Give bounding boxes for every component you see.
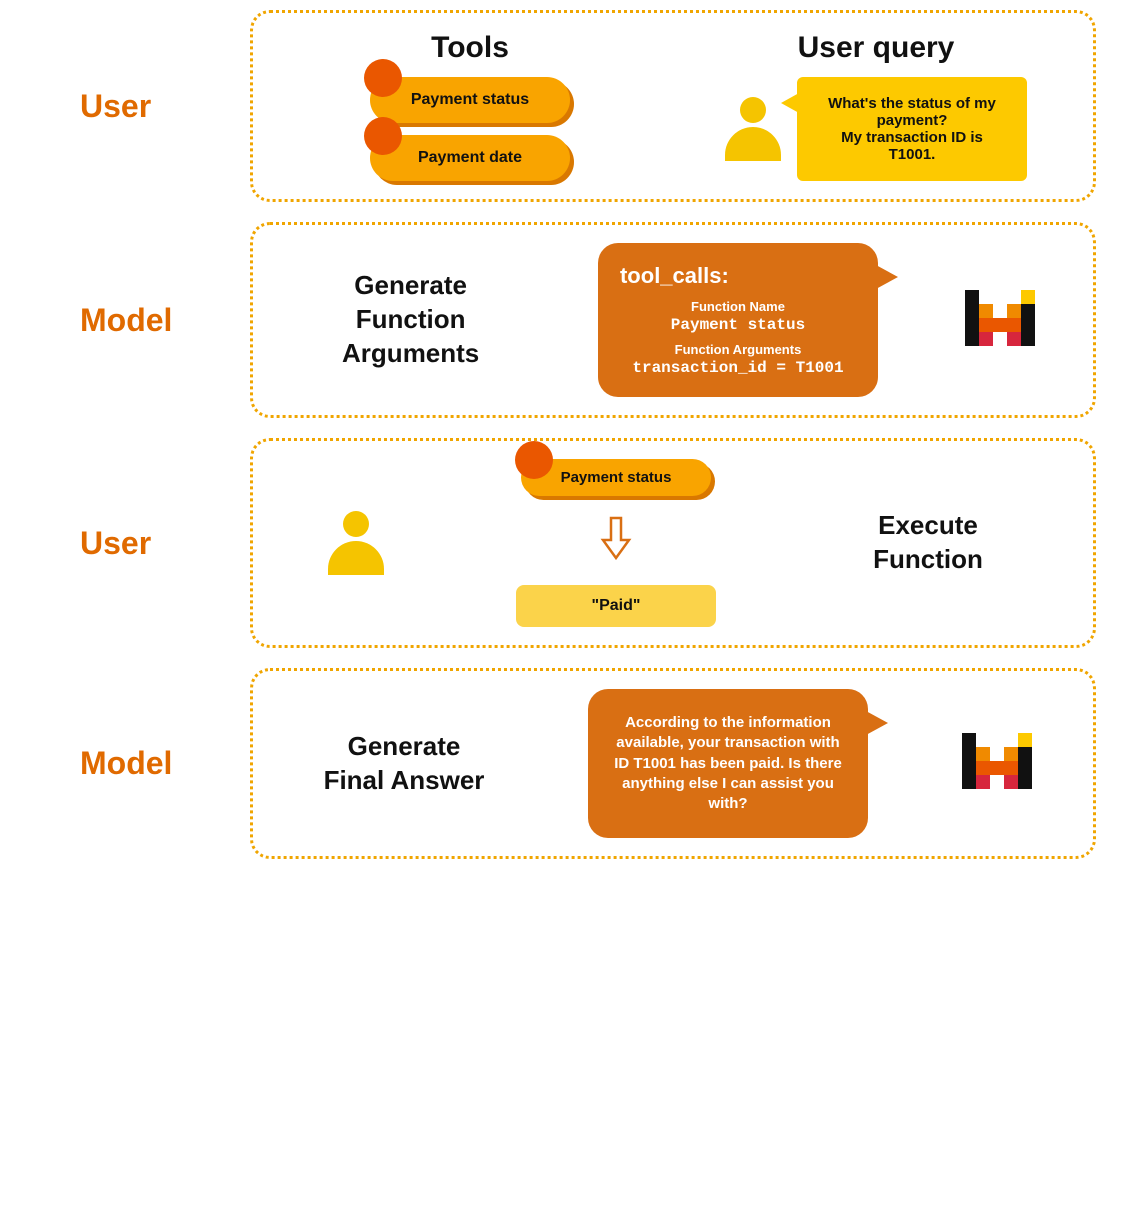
tool-calls-bubble: tool_calls: Function Name Payment status… [598, 243, 878, 397]
final-answer-text: According to the information available, … [614, 714, 842, 812]
stage-model-final-answer: Model Generate Final Answer According to… [0, 658, 1126, 869]
pill-dot-icon [364, 59, 402, 97]
pill-dot-icon [364, 117, 402, 155]
role-label-user: User [80, 525, 220, 562]
role-label-model: Model [80, 302, 220, 339]
user-icon [725, 97, 781, 161]
tools-column: Tools Payment status Payment date [277, 31, 663, 181]
pill-dot-icon [515, 441, 553, 479]
final-answer-bubble: According to the information available, … [588, 689, 868, 838]
function-name-label: Function Name [620, 299, 856, 314]
stage-user-query: User Tools Payment status Payment date U… [0, 0, 1126, 212]
tool-calls-title: tool_calls: [620, 263, 856, 289]
panel-generate-args: Generate Function Arguments tool_calls: … [250, 222, 1096, 418]
panel-tools-query: Tools Payment status Payment date User q… [250, 10, 1096, 202]
tool-pill-label: Payment status [561, 469, 672, 486]
stage-user-execute: User Payment status "Paid" Execute Funct… [0, 428, 1126, 658]
down-arrow-icon [599, 516, 633, 565]
execute-flow: Payment status "Paid" [516, 459, 716, 627]
tools-heading: Tools [431, 31, 509, 65]
role-label-user: User [80, 88, 220, 125]
query-column: User query What's the status of my payme… [683, 31, 1069, 181]
stage-model-generate-args: Model Generate Function Arguments tool_c… [0, 212, 1126, 428]
function-name-value: Payment status [620, 316, 856, 334]
tool-pill-payment-date: Payment date [370, 135, 570, 181]
user-icon [328, 511, 384, 575]
final-answer-heading: Generate Final Answer [314, 730, 494, 798]
generate-args-heading: Generate Function Arguments [311, 269, 511, 370]
role-label-model: Model [80, 745, 220, 782]
function-result: "Paid" [516, 585, 716, 627]
model-logo-icon [965, 290, 1035, 351]
function-args-label: Function Arguments [620, 342, 856, 357]
tool-pill-label: Payment status [411, 91, 529, 108]
model-logo-icon [962, 733, 1032, 794]
query-group: What's the status of my payment? My tran… [725, 77, 1027, 181]
tool-pill-payment-status: Payment status [521, 459, 711, 496]
tool-pill-label: Payment date [418, 149, 522, 166]
user-query-bubble: What's the status of my payment? My tran… [797, 77, 1027, 181]
panel-execute-function: Payment status "Paid" Execute Function [250, 438, 1096, 648]
user-query-text: What's the status of my payment? My tran… [828, 95, 996, 163]
query-heading: User query [798, 31, 955, 65]
execute-function-heading: Execute Function [838, 509, 1018, 577]
tool-pill-payment-status: Payment status [370, 77, 570, 123]
panel-final-answer: Generate Final Answer According to the i… [250, 668, 1096, 859]
function-args-value: transaction_id = T1001 [620, 359, 856, 377]
